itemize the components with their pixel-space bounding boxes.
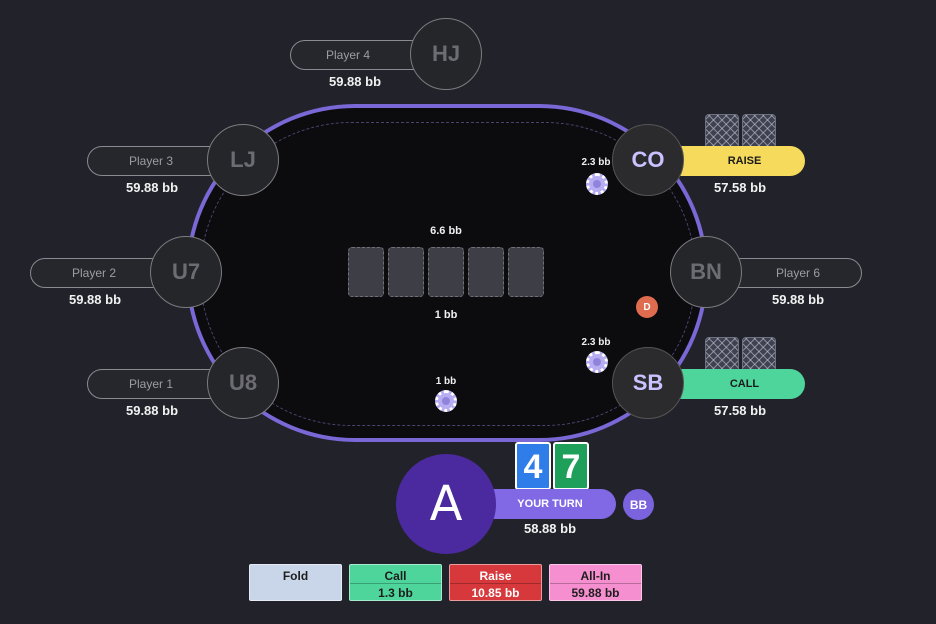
seat-hj-name-label: Player 4 xyxy=(325,48,371,62)
seat-sb-hole-card-1 xyxy=(705,337,739,371)
seat-u7-name-label: Player 2 xyxy=(71,266,117,280)
seat-co-avatar[interactable]: CO xyxy=(612,124,684,196)
hero-stack: 58.88 bb xyxy=(523,521,577,536)
seat-u7-stack: 59.88 bb xyxy=(68,292,122,307)
board-card-3 xyxy=(428,247,464,297)
pot-total: 6.6 bb xyxy=(430,225,462,237)
hero-chip-icon xyxy=(435,390,457,412)
seat-bn-avatar[interactable]: BN xyxy=(670,236,742,308)
all-in-button-label: All-In xyxy=(550,565,641,584)
seat-co-chip-icon xyxy=(586,173,608,195)
seat-u8-name-label: Player 1 xyxy=(128,377,174,391)
seat-hj-avatar[interactable]: HJ xyxy=(410,18,482,90)
pot-bottom-label: 1 bb xyxy=(434,309,458,321)
call-button-label: Call xyxy=(350,565,441,584)
seat-u7-avatar[interactable]: U7 xyxy=(150,236,222,308)
all-in-button-amount: 59.88 bb xyxy=(571,586,620,600)
board-card-5 xyxy=(508,247,544,297)
seat-sb-hole-card-2 xyxy=(742,337,776,371)
seat-lj-name-label: Player 3 xyxy=(128,154,174,168)
board-card-2 xyxy=(388,247,424,297)
hero-card-2: 7 xyxy=(553,442,589,490)
seat-sb-chip-icon xyxy=(586,351,608,373)
seat-co-hole-card-2 xyxy=(742,114,776,148)
board-card-4 xyxy=(468,247,504,297)
hero-avatar[interactable]: A xyxy=(396,454,496,554)
hero-position-badge: BB xyxy=(623,489,654,520)
seat-co-bet: 2.3 bb xyxy=(581,157,611,168)
hero-bet: 1 bb xyxy=(435,376,457,387)
raise-button-label: Raise xyxy=(450,565,541,584)
fold-button[interactable]: Fold xyxy=(249,564,342,601)
seat-hj-stack: 59.88 bb xyxy=(328,74,382,89)
seat-sb-stack: 57.58 bb xyxy=(713,403,767,418)
seat-u8-avatar[interactable]: U8 xyxy=(207,347,279,419)
seat-co-hole-card-1 xyxy=(705,114,739,148)
call-button-amount: 1.3 bb xyxy=(378,586,413,600)
raise-button[interactable]: Raise 10.85 bb xyxy=(449,564,542,601)
raise-button-amount: 10.85 bb xyxy=(471,586,520,600)
all-in-button[interactable]: All-In 59.88 bb xyxy=(549,564,642,601)
seat-bn-stack: 59.88 bb xyxy=(771,292,825,307)
seat-lj-avatar[interactable]: LJ xyxy=(207,124,279,196)
hero-card-1: 4 xyxy=(515,442,551,490)
seat-sb-avatar[interactable]: SB xyxy=(612,347,684,419)
seat-bn-name-label: Player 6 xyxy=(775,266,821,280)
seat-co-stack: 57.58 bb xyxy=(713,180,767,195)
seat-lj-stack: 59.88 bb xyxy=(125,180,179,195)
board-card-1 xyxy=(348,247,384,297)
dealer-button: D xyxy=(636,296,658,318)
call-button[interactable]: Call 1.3 bb xyxy=(349,564,442,601)
fold-button-label: Fold xyxy=(282,569,309,583)
seat-sb-bet: 2.3 bb xyxy=(581,337,611,348)
seat-u8-stack: 59.88 bb xyxy=(125,403,179,418)
